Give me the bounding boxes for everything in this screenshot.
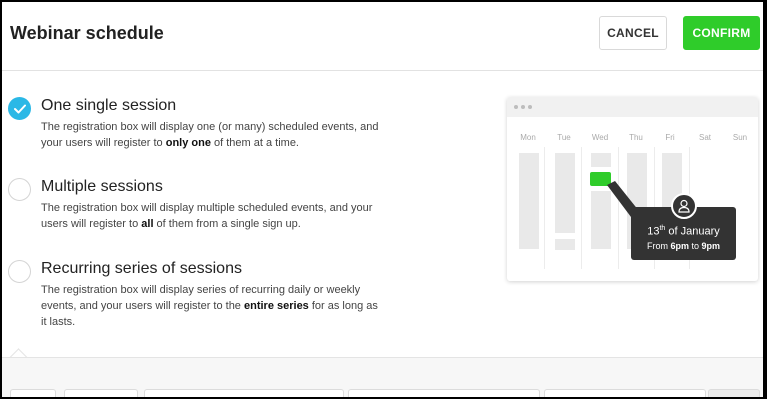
webinar-schedule-dialog: Webinar schedule CANCEL CONFIRM One sing…	[2, 2, 763, 397]
tooltip-date: 13th of January	[647, 225, 720, 238]
option-description: The registration box will display one (o…	[41, 121, 379, 149]
user-icon	[678, 199, 690, 213]
option-title: Multiple sessions	[41, 178, 163, 195]
day-label: Tue	[557, 133, 571, 142]
bottom-tab[interactable]	[64, 389, 138, 397]
bottom-panel	[2, 358, 763, 397]
bottom-field[interactable]	[544, 389, 706, 397]
window-bar	[507, 97, 758, 117]
calendar-block	[519, 215, 539, 249]
column-divider	[581, 147, 582, 269]
avatar	[671, 193, 697, 219]
bottom-tab[interactable]	[10, 389, 56, 397]
bottom-field[interactable]	[348, 389, 540, 397]
window-dot-icon	[521, 105, 525, 109]
option-title: Recurring series of sessions	[41, 260, 242, 277]
option-title: One single session	[41, 97, 177, 114]
calendar-illustration: Mon Tue Wed Thu Fri Sat Sun 13th of Janu…	[507, 97, 758, 281]
day-label: Fri	[665, 133, 675, 142]
calendar-block	[555, 239, 575, 250]
day-label: Mon	[520, 133, 536, 142]
cancel-button[interactable]: CANCEL	[599, 16, 667, 50]
option-description: The registration box will display series…	[41, 284, 378, 328]
confirm-button[interactable]: CONFIRM	[683, 16, 760, 50]
bottom-button[interactable]	[708, 389, 760, 397]
radio-single-session[interactable]	[8, 97, 31, 120]
day-label: Sat	[698, 133, 711, 142]
window-dot-icon	[528, 105, 532, 109]
page-title: Webinar schedule	[10, 23, 164, 43]
day-label: Thu	[629, 133, 643, 142]
event-tooltip: 13th of January From 6pm to 9pm	[631, 193, 736, 260]
calendar-block	[519, 153, 539, 221]
check-icon	[14, 104, 26, 114]
option-description: The registration box will display multip…	[41, 202, 373, 230]
dialog-header: Webinar schedule CANCEL CONFIRM	[2, 2, 763, 71]
day-label: Wed	[591, 133, 609, 142]
radio-recurring-series[interactable]	[8, 260, 31, 283]
tooltip-time: From 6pm to 9pm	[646, 241, 721, 251]
bottom-field[interactable]	[144, 389, 344, 397]
day-label: Sun	[732, 133, 748, 142]
window-dot-icon	[514, 105, 518, 109]
column-divider	[544, 147, 545, 269]
radio-multiple-sessions[interactable]	[8, 178, 31, 201]
calendar-block	[591, 153, 611, 167]
calendar-block	[555, 153, 575, 233]
